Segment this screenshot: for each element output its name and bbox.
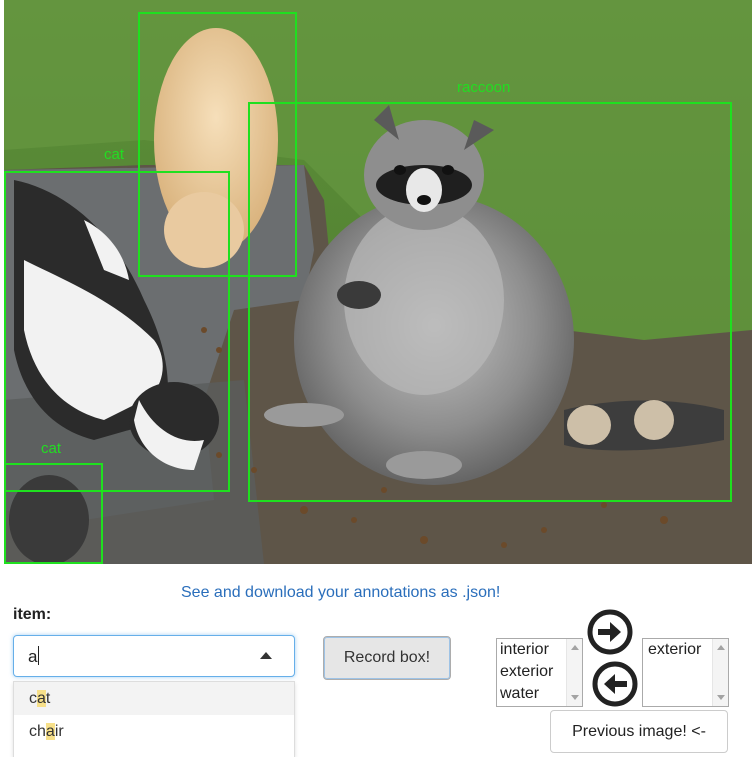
annotation-image[interactable]: cat raccoon cat cat	[4, 0, 752, 564]
bbox-label: raccoon	[457, 79, 511, 96]
photo-scene	[4, 0, 752, 564]
caret-up-icon[interactable]	[260, 652, 272, 659]
record-box-button[interactable]: Record box!	[323, 636, 451, 680]
text-caret	[38, 646, 40, 665]
selected-list[interactable]: exterior	[642, 638, 729, 707]
item-select-input[interactable]: a	[13, 635, 295, 677]
item-typed-text: a	[28, 646, 40, 667]
scrollbar[interactable]	[712, 639, 728, 706]
previous-image-button[interactable]: Previous image! <-	[550, 710, 728, 753]
scroll-up-icon[interactable]	[571, 645, 579, 650]
bbox-label: cat	[104, 146, 125, 163]
item-label: item:	[13, 606, 52, 623]
bbox-label: cat	[41, 440, 62, 457]
item-dropdown: cat chair	[13, 681, 295, 757]
item-value: a	[28, 647, 38, 666]
available-list[interactable]: interior exterior water	[496, 638, 583, 707]
move-right-button[interactable]	[587, 609, 633, 660]
arrow-right-circle-icon	[587, 609, 633, 655]
scrollbar[interactable]	[566, 639, 582, 706]
dropdown-option[interactable]: cat	[14, 682, 294, 715]
dropdown-option[interactable]: chair	[14, 715, 294, 748]
match-highlight: a	[45, 723, 55, 740]
match-highlight: a	[37, 690, 46, 707]
arrow-left-circle-icon	[592, 661, 638, 707]
scroll-down-icon[interactable]	[717, 695, 725, 700]
scroll-up-icon[interactable]	[717, 645, 725, 650]
move-left-button[interactable]	[592, 661, 638, 712]
scroll-down-icon[interactable]	[571, 695, 579, 700]
download-json-link[interactable]: See and download your annotations as .js…	[181, 584, 500, 602]
